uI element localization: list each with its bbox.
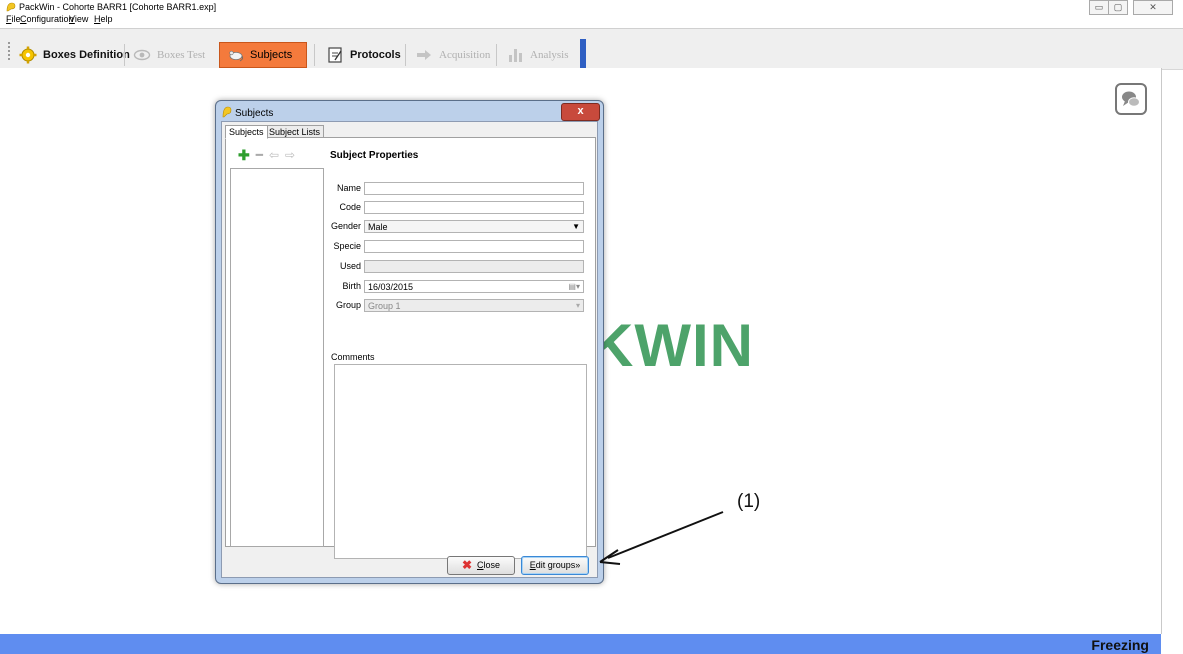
group-select: Group 1 ▾ [364, 299, 584, 312]
background-logo: KWIN [590, 312, 754, 379]
status-text: Freezing [1091, 637, 1149, 653]
tab-panel: ✚ ━ ⇦ ⇨ Subject Properties Name Code Gen… [225, 137, 596, 559]
remove-icon[interactable]: ━ [256, 148, 263, 162]
group-value: Group 1 [368, 301, 401, 311]
gender-label: Gender [330, 221, 361, 231]
menu-configuration[interactable]: Configuration [20, 13, 74, 25]
list-toolbar: ✚ ━ ⇦ ⇨ [230, 146, 322, 164]
dialog-app-icon [222, 106, 232, 118]
birth-value: 16/03/2015 [368, 282, 414, 292]
specie-field[interactable] [364, 240, 584, 253]
app-icon [6, 2, 16, 12]
annotation-arrow [599, 511, 724, 565]
add-icon[interactable]: ✚ [238, 148, 250, 162]
specie-label: Specie [333, 241, 361, 251]
toolbar-label: Protocols [350, 49, 401, 61]
code-label: Code [339, 202, 361, 212]
calendar-icon[interactable]: ▤▾ [568, 281, 580, 293]
gear-icon [19, 46, 37, 64]
toolbar-boxes-definition[interactable]: Boxes Definition [13, 42, 136, 68]
gender-value: Male [368, 222, 388, 232]
toolbar-label: Subjects [250, 49, 293, 61]
dropdown-arrow-icon: ▼ [572, 222, 580, 231]
comments-label: Comments [331, 352, 375, 362]
code-field[interactable] [364, 201, 584, 214]
toolbar-overflow[interactable] [580, 39, 586, 69]
arrow-left-icon[interactable]: ⇦ [269, 148, 279, 162]
birth-label: Birth [342, 281, 361, 291]
menu-view[interactable]: View [69, 13, 88, 25]
toolbar-label: Analysis [530, 49, 569, 61]
used-label: Used [339, 261, 361, 271]
toolbar-separator [314, 44, 315, 66]
title-bar: PackWin - Cohorte BARR1 [Cohorte BARR1.e… [0, 0, 1183, 15]
toolbar-boxes-test[interactable]: Boxes Test [127, 42, 211, 68]
gender-select[interactable]: Male ▼ [364, 220, 584, 233]
used-field [364, 260, 584, 273]
chart-icon [509, 49, 522, 62]
menu-file[interactable]: File [6, 13, 21, 25]
close-button[interactable]: ✖ Close [447, 556, 515, 575]
close-window-button[interactable]: ✕ [1133, 0, 1173, 15]
toolbar-subjects[interactable]: Subjects [219, 42, 307, 68]
dialog-close-icon[interactable]: x [561, 103, 600, 121]
mouse-icon [229, 50, 244, 62]
document-icon [328, 47, 342, 63]
toolbar-separator [496, 44, 497, 66]
edit-groups-label: Edit groups» [529, 560, 581, 570]
toolbar-separator [124, 44, 125, 66]
toolbar-label: Acquisition [439, 49, 491, 61]
toolbar-label: Boxes Definition [43, 49, 130, 61]
name-field[interactable] [364, 182, 584, 195]
edit-groups-button[interactable]: Edit groups» [521, 556, 589, 575]
arrow-right-icon [417, 50, 431, 60]
toolbar-grip[interactable] [8, 42, 12, 60]
dropdown-arrow-icon: ▾ [575, 301, 580, 310]
dialog-body: Subjects Subject Lists ✚ ━ ⇦ ⇨ Subject P… [221, 121, 598, 578]
toolbar-separator [405, 44, 406, 66]
menu-bar: File Configuration View Help [0, 14, 1183, 25]
arrow-right-icon[interactable]: ⇨ [285, 148, 295, 162]
status-bar: Freezing [0, 634, 1161, 654]
toolbar-analysis[interactable]: Analysis [500, 42, 575, 68]
section-title: Subject Properties [330, 150, 419, 161]
dialog-title: Subjects [235, 108, 274, 119]
maximize-button[interactable]: ▢ [1108, 0, 1128, 15]
toolbar-label: Boxes Test [157, 49, 206, 61]
menu-help[interactable]: Help [94, 13, 113, 25]
name-label: Name [336, 183, 361, 193]
close-button-label: Close [477, 560, 501, 570]
subjects-list[interactable] [230, 168, 324, 547]
toolbar-protocols[interactable]: Protocols [320, 42, 407, 68]
close-x-icon: ✖ [461, 558, 473, 572]
window-title: PackWin - Cohorte BARR1 [Cohorte BARR1.e… [19, 2, 217, 12]
annotation-label: (1) [737, 491, 761, 512]
group-label: Group [335, 300, 361, 310]
subjects-dialog: Subjects x Subjects Subject Lists ✚ ━ ⇦ … [215, 100, 604, 584]
comments-textarea[interactable] [334, 364, 587, 559]
main-toolbar: Boxes Definition Boxes Test Subjects Pro… [0, 28, 1183, 70]
toolbar-acquisition[interactable]: Acquisition [409, 42, 496, 68]
minimize-button[interactable]: ▭ [1089, 0, 1109, 15]
chat-icon[interactable] [1115, 83, 1147, 115]
tab-subjects[interactable]: Subjects [225, 125, 268, 139]
birth-date-picker[interactable]: 16/03/2015 ▤▾ [364, 280, 584, 293]
eye-icon [133, 49, 151, 61]
